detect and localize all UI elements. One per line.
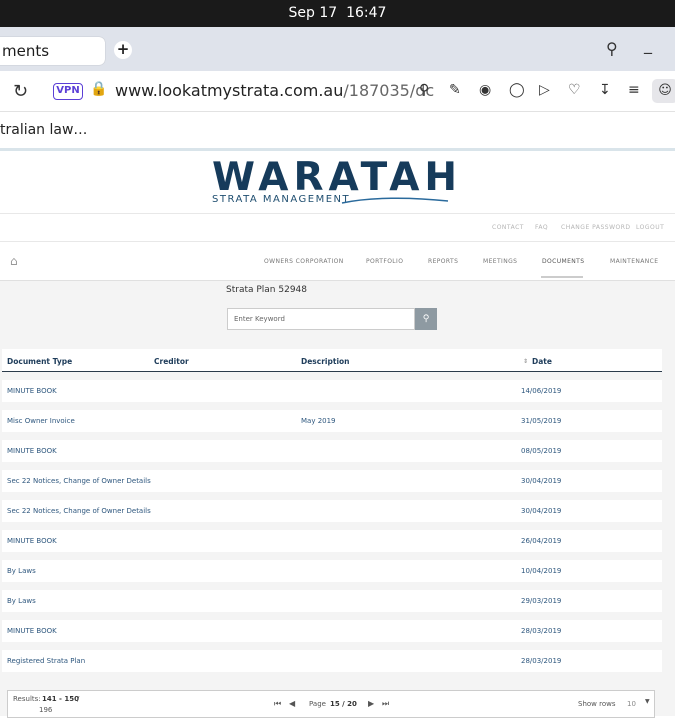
first-page-icon[interactable]: ⏮ [274,699,281,709]
pagination-bar: Results: 141 - 150 / 196 ⏮ ◀ Page 15 / 2… [7,690,655,718]
logout-link[interactable]: LOGOUT [636,224,664,231]
col-creditor[interactable]: Creditor [154,357,189,366]
system-date: Sep 17 [288,5,338,21]
edit-icon[interactable]: ✎ [449,82,461,98]
prev-page-icon[interactable]: ◀ [289,699,295,708]
table-row[interactable]: By Laws 29/03/2019 [2,590,662,612]
col-description[interactable]: Description [301,357,350,366]
contact-link[interactable]: CONTACT [492,224,524,231]
new-tab-button[interactable]: + [114,41,132,59]
page-label: Page [309,700,326,708]
bookmark-bar: tralian law… [0,113,675,148]
col-document-type[interactable]: Document Type [7,357,72,366]
table-row[interactable]: Registered Strata Plan 28/03/2019 [2,650,662,672]
table-row[interactable]: Misc Owner Invoice May 2019 31/05/2019 [2,410,662,432]
system-top-bar: Sep 17 16:47 [0,0,675,27]
camera-icon[interactable]: ◉ [479,82,491,98]
nav-documents[interactable]: DOCUMENTS [542,258,584,265]
table-row[interactable]: By Laws 10/04/2019 [2,560,662,582]
site-header: WARATAH STRATA MANAGEMENT [0,151,675,213]
col-date[interactable]: Date [532,357,552,366]
settings-icon[interactable]: ≡ [628,82,640,98]
search-button[interactable]: ⚲ [415,308,437,330]
documents-table: Document Type Creditor Description ⇕ Dat… [2,349,662,672]
table-row[interactable]: MINUTE BOOK 26/04/2019 [2,530,662,552]
vpn-badge[interactable]: VPN [53,83,83,100]
active-nav-underline [541,276,583,278]
tab-title: ments [2,42,50,60]
logo-subtitle: STRATA MANAGEMENT [212,194,351,205]
page-current: 15 / 20 [330,700,357,708]
results-range: 141 - 150 [42,695,80,703]
next-page-icon[interactable]: ▶ [368,699,374,708]
table-row[interactable]: Sec 22 Notices, Change of Owner Details 3… [2,500,662,522]
nav-owners-corporation[interactable]: OWNERS CORPORATION [264,258,344,265]
reload-icon[interactable]: ↻ [13,81,28,102]
nav-portfolio[interactable]: PORTFOLIO [366,258,403,265]
shield-icon[interactable]: ◯ [509,82,525,98]
nav-maintenance[interactable]: MAINTENANCE [610,258,658,265]
table-header: Document Type Creditor Description ⇕ Dat… [2,349,662,372]
search-tabs-icon[interactable]: ⚲ [606,39,618,58]
faq-link[interactable]: FAQ [535,224,548,231]
system-time: 16:47 [346,5,387,21]
nav-meetings[interactable]: MEETINGS [483,258,517,265]
main-nav: ⌂ OWNERS CORPORATION PORTFOLIO REPORTS M… [0,241,675,281]
browser-nav-bar: ↻ VPN 🔒 www.lookatmystrata.com.au/187035… [0,71,675,112]
web-page: WARATAH STRATA MANAGEMENT CONTACT FAQ CH… [0,148,675,718]
lock-icon[interactable]: 🔒 [90,81,107,97]
profile-icon[interactable]: ☺ [652,79,675,103]
search-input[interactable]: Enter Keyword [227,308,415,330]
browser-tab-bar: ments + ⚲ _ [0,27,675,71]
sort-icon[interactable]: ⇕ [523,358,528,365]
last-page-icon[interactable]: ⏭ [382,699,389,709]
nav-reports[interactable]: REPORTS [428,258,458,265]
table-row[interactable]: MINUTE BOOK 14/06/2019 [2,380,662,402]
logo-wave-icon [341,197,449,204]
chevron-down-icon[interactable]: ▼ [645,698,650,705]
send-icon[interactable]: ▷ [539,82,550,98]
table-row[interactable]: MINUTE BOOK 28/03/2019 [2,620,662,642]
show-rows-select[interactable]: 10 [627,700,636,708]
url-domain: www.lookatmystrata.com.au [115,81,344,100]
change-password-link[interactable]: CHANGE PASSWORD [561,224,631,231]
zoom-icon[interactable]: ⚲ [419,82,429,98]
minimize-icon[interactable]: _ [644,35,652,54]
table-row[interactable]: MINUTE BOOK 08/05/2019 [2,440,662,462]
results-label: Results: [13,695,41,703]
address-bar[interactable]: www.lookatmystrata.com.au/187035/dc [115,81,434,100]
search-icon: ⚲ [422,314,430,324]
home-icon[interactable]: ⌂ [10,254,18,268]
heart-icon[interactable]: ♡ [568,82,581,98]
bookmark-item[interactable]: tralian law… [0,122,87,138]
results-total: 196 [39,706,53,714]
show-rows-label: Show rows [578,700,616,708]
download-icon[interactable]: ↧ [599,82,611,98]
browser-tab[interactable]: ments [0,37,105,65]
page-title: Strata Plan 52948 [226,285,307,295]
table-row[interactable]: Sec 22 Notices, Change of Owner Details 3… [2,470,662,492]
utility-links: CONTACT FAQ CHANGE PASSWORD LOGOUT [0,213,675,241]
